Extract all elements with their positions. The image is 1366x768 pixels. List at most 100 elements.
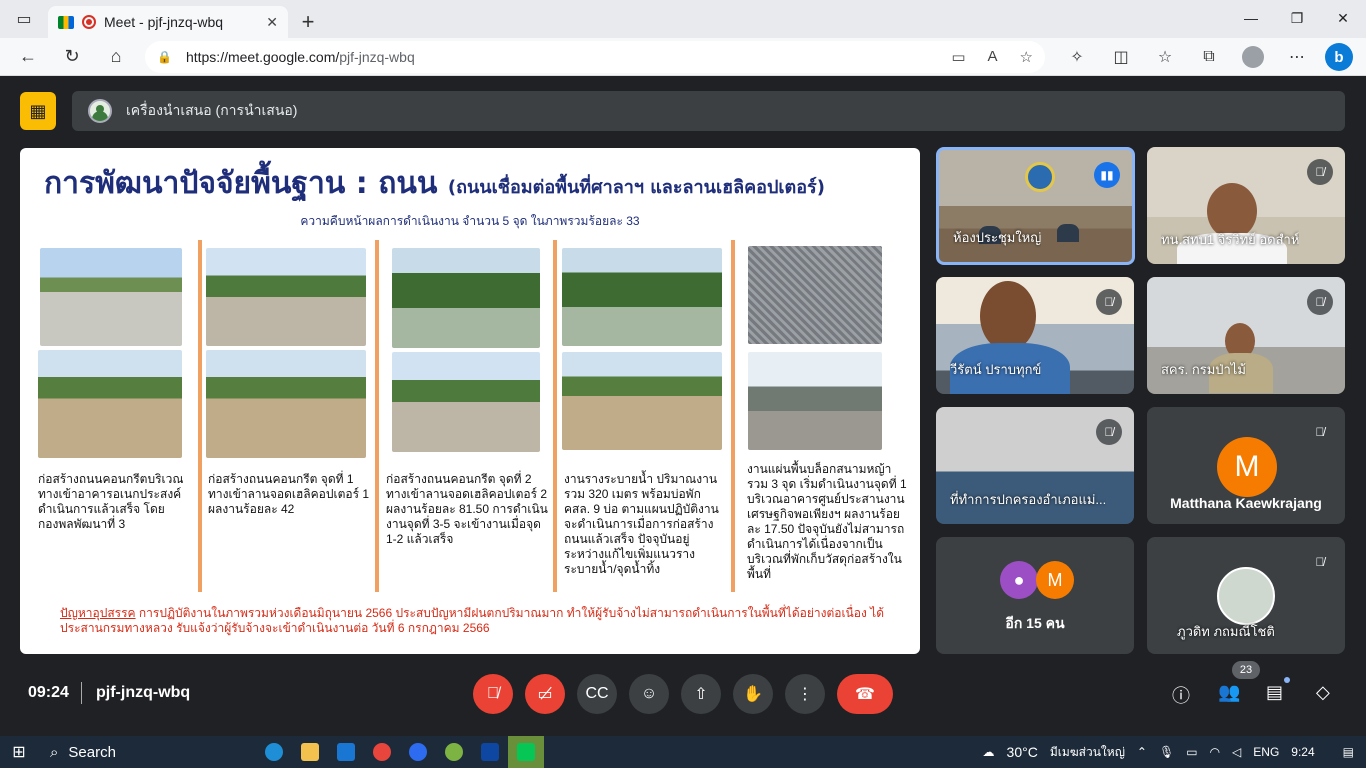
chevron-up-icon[interactable]: ⌃ (1137, 745, 1147, 759)
edge-app-icon[interactable] (256, 736, 292, 768)
url-host: https://meet.google.com/ (185, 49, 340, 65)
participant-face (980, 281, 1036, 351)
chrome-icon[interactable] (364, 736, 400, 768)
participant-tile[interactable]: 🎙̸ วีรัตน์ ปราบทุกข์ (936, 277, 1134, 394)
participant-name: วีรัตน์ ปราบทุกข์ (950, 362, 1042, 377)
volume-icon[interactable]: ◁ (1232, 745, 1241, 759)
bing-icon[interactable]: b (1325, 43, 1353, 71)
participant-avatar: ● (1000, 561, 1038, 599)
refresh-icon[interactable]: ↻ (50, 38, 94, 76)
participant-tile[interactable]: 🎙̸ สคร. กรมป่าไม้ (1147, 277, 1345, 394)
presenter-bar: เครื่องนำเสนอ (การนำเสนอ) (72, 91, 1345, 131)
obstacle-label: ปัญหาอุปสรรค (60, 606, 136, 620)
people-icon[interactable]: 👥 (1218, 682, 1240, 703)
participant-tile[interactable]: 🎙̸ ที่ทำการปกครองอำเภอแม่... (936, 407, 1134, 524)
meeting-code: pjf-jnzq-wbq (96, 684, 191, 701)
extensions-icon[interactable]: ✧ (1055, 38, 1099, 76)
weather-desc: มีเมฆส่วนใหญ่ (1049, 744, 1125, 759)
mic-off-icon: 🎙̸ (1307, 289, 1333, 315)
column-divider (731, 240, 735, 592)
more-menu-icon[interactable]: ⋯ (1275, 38, 1319, 76)
slide-progress: ความคืบหน้าผลการดำเนินงาน จำนวน 5 จุด ใน… (300, 214, 640, 228)
mic-tray-icon[interactable]: 🎙 (1159, 745, 1174, 759)
line-app-icon[interactable] (508, 736, 544, 768)
participant-tile[interactable]: M 🎙̸ Matthana Kaewkrajang (1147, 407, 1345, 524)
zoom-app-icon[interactable] (400, 736, 436, 768)
participant-name: สคร. กรมป่าไม้ (1161, 362, 1246, 377)
obstacle-text: การปฏิบัติงานในภาพรวมห่วงเดือนมิถุนายน 2… (60, 606, 884, 635)
minimize-button[interactable]: — (1228, 0, 1274, 36)
column-divider (553, 240, 557, 592)
mail-icon[interactable] (328, 736, 364, 768)
url-field[interactable]: 🔒 https://meet.google.com/pjf-jnzq-wbq ▭… (145, 41, 1045, 73)
back-icon[interactable]: ← (6, 38, 50, 76)
site-photo (38, 350, 182, 458)
participant-tile[interactable]: 🎙̸ ทน.สทบ1 จิรวิทย์ อดสำห์ (1147, 147, 1345, 264)
collections-icon[interactable]: ⧉ (1187, 38, 1231, 76)
reactions-button[interactable]: ☺ (629, 674, 669, 714)
site-photo (392, 248, 540, 348)
search-icon: ⌕ (50, 743, 59, 761)
participant-avatar: M (1217, 437, 1277, 497)
caption-2: ก่อสร้างถนนคอนกรีต จุดที่ 1 ทางเข้าลานจอ… (208, 472, 370, 516)
others-tile[interactable]: ● M อีก 15 คน (936, 537, 1134, 654)
weather-icon[interactable]: ☁ (983, 745, 995, 759)
stop-presenting-icon[interactable]: ▦ (20, 92, 56, 130)
system-tray: ☁ 30°C มีเมฆส่วนใหญ่ ⌃ 🎙 ▭ ◠ ◁ ENG 9:24 … (983, 736, 1366, 768)
taskbar-search[interactable]: ⌕ Search (38, 736, 238, 768)
participant-avatar (1217, 567, 1275, 625)
close-window-button[interactable]: ✕ (1320, 0, 1366, 36)
toolbar-icons: ✧ ◫ ☆ ⧉ ⋯ b (1055, 38, 1353, 76)
read-aloud-icon[interactable]: A (988, 48, 998, 66)
slide-title-main: การพัฒนาปัจจัยพื้นฐาน : ถนน (44, 166, 438, 201)
meeting-details-icon[interactable]: ⓘ (1172, 682, 1190, 708)
site-photo (206, 350, 366, 458)
camera-icon[interactable]: ▭ (951, 48, 965, 66)
raise-hand-button[interactable]: ✋ (733, 674, 773, 714)
mic-off-icon: 🎙̸ (1315, 555, 1325, 569)
language-indicator[interactable]: ENG (1253, 745, 1279, 759)
favorites-icon[interactable]: ☆ (1143, 38, 1187, 76)
meeting-time: 09:24 (28, 684, 69, 701)
browser-tab[interactable]: Meet - pjf-jnzq-wbq ✕ (48, 6, 288, 38)
battery-icon[interactable]: ▭ (1186, 745, 1197, 759)
participant-name: Matthana Kaewkrajang (1170, 495, 1322, 511)
wifi-icon[interactable]: ◠ (1210, 745, 1220, 759)
participant-tile[interactable]: 🎙̸ ภูวดิท ภถมณีโชติ (1147, 537, 1345, 654)
meeting-controls-bar: 09:24 pjf-jnzq-wbq 🎙̸ ▭̸ CC ☺ ⇧ ✋ ⋮ ☎ ⓘ … (0, 664, 1366, 726)
camera-toggle-button[interactable]: ▭̸ (525, 674, 565, 714)
chat-icon[interactable]: ▤ (1266, 682, 1283, 703)
more-options-button[interactable]: ⋮ (785, 674, 825, 714)
new-tab-button[interactable]: + (288, 6, 328, 38)
site-photo (562, 352, 722, 450)
app-icon[interactable] (472, 736, 508, 768)
participant-figure (1057, 224, 1079, 242)
leave-call-button[interactable]: ☎ (837, 674, 893, 714)
close-tab-icon[interactable]: ✕ (266, 14, 278, 31)
profile-avatar[interactable] (1231, 38, 1275, 76)
restore-button[interactable]: ❐ (1274, 0, 1320, 36)
site-photo (748, 352, 882, 450)
file-explorer-icon[interactable] (292, 736, 328, 768)
tab-title: Meet - pjf-jnzq-wbq (104, 14, 224, 30)
notifications-icon[interactable]: ▤ (1343, 745, 1354, 759)
activities-icon[interactable]: ◇ (1316, 682, 1330, 703)
captions-button[interactable]: CC (577, 674, 617, 714)
tab-actions-icon[interactable]: ▭ (0, 0, 48, 38)
caption-4: งานรางระบายน้ำ ปริมาณงานรวม 320 เมตร พร้… (564, 472, 719, 576)
windows-start-icon[interactable]: ⊞ (0, 736, 38, 768)
taskbar-clock[interactable]: 9:24 (1291, 745, 1314, 759)
split-screen-icon[interactable]: ◫ (1099, 38, 1143, 76)
mic-toggle-button[interactable]: 🎙̸ (473, 674, 513, 714)
home-icon[interactable]: ⌂ (94, 38, 138, 76)
favorite-star-icon[interactable]: ☆ (1020, 48, 1033, 66)
participant-name: ห้องประชุมใหญ่ (953, 230, 1042, 245)
participant-tile[interactable]: ▮▮ ห้องประชุมใหญ่ (936, 147, 1135, 265)
speaking-indicator-icon: ▮▮ (1094, 162, 1120, 188)
app-icon[interactable] (436, 736, 472, 768)
address-bar-row: ← ↻ ⌂ 🔒 https://meet.google.com/pjf-jnzq… (0, 38, 1366, 76)
recording-icon (82, 15, 96, 29)
present-now-button[interactable]: ⇧ (681, 674, 721, 714)
presenter-avatar (88, 99, 112, 123)
participant-name: ภูวดิท ภถมณีโชติ (1177, 624, 1275, 639)
